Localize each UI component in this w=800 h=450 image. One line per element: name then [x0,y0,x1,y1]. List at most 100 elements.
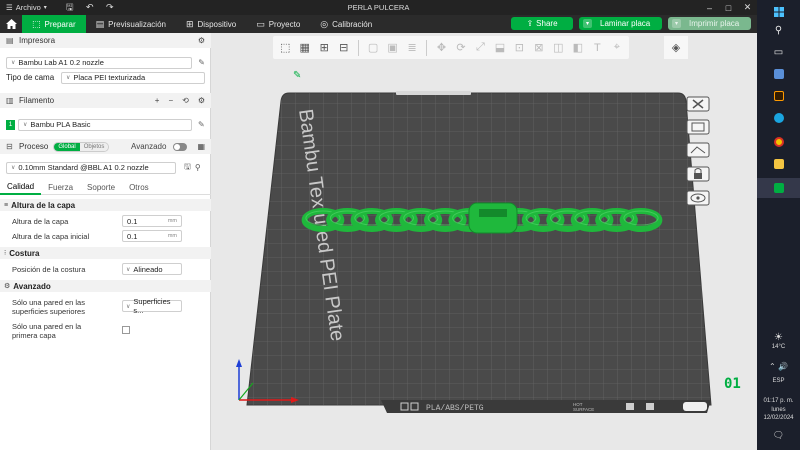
arrange-icon[interactable]: ⊟ [334,39,352,57]
close-plate-icon[interactable] [686,96,710,112]
tab-soporte[interactable]: Soporte [80,180,122,195]
tab-dispositivo[interactable]: ⊞ Dispositivo [176,15,246,33]
file-menu[interactable]: ☰ Archivo ▾ [0,3,47,12]
tab-previsualizacion-label: Previsualización [108,19,166,29]
tab-preparar[interactable]: ⬚ Preparar [22,15,86,33]
undo-icon[interactable]: ↶ [85,2,95,13]
eye-icon[interactable] [686,190,710,206]
single-wall-top-label-line1: Sólo una pared en las [12,298,85,307]
edit-icon[interactable]: ✎ [198,120,205,129]
add-plate-icon[interactable]: ▦ [295,39,313,57]
measure-icon[interactable]: ⌖ [608,39,626,57]
move-icon[interactable]: ✥ [432,39,450,57]
close-icon[interactable]: ✕ [738,0,757,15]
edge-icon[interactable] [757,108,800,128]
tab-previsualizacion[interactable]: ▤ Previsualización [86,15,176,33]
app-icon[interactable] [757,64,800,84]
redo-icon[interactable]: ↷ [105,2,115,13]
initial-layer-height-input[interactable]: 0.1 mm [122,230,182,242]
single-wall-first-label-line2: primera capa [12,331,56,340]
chevron-down-icon[interactable]: ▾ [583,19,592,28]
process-profile-select[interactable]: ∨ 0.10mm Standard @BBL A1 0.2 nozzle [6,161,176,174]
sync-icon[interactable]: ⟲ [182,96,189,105]
copy-icon[interactable]: ▢ [364,39,382,57]
tab-calibracion[interactable]: ◎ Calibración [310,15,382,33]
tab-calidad[interactable]: Calidad [0,180,42,195]
toolbar-separator [357,39,359,56]
clock-time[interactable]: 01:17 p. m. [757,398,800,404]
maximize-icon[interactable]: □ [719,0,738,15]
illustrator-icon[interactable] [757,86,800,106]
filament-slot-badge[interactable]: 1 [6,119,15,130]
save-profile-icon[interactable]: 🖫 [184,161,191,175]
layer-height-input[interactable]: 0.1 mm [122,215,182,227]
pen-icon[interactable]: ✎ [293,70,301,81]
seam-position-label: Posición de la costura [12,265,86,274]
plate-settings-icon[interactable] [686,119,710,135]
advanced-label: Avanzado [131,142,167,151]
chevron-icon: ∨ [126,266,131,273]
settings-icon[interactable]: ⚙ [198,36,205,45]
arrange-plate-icon[interactable] [686,142,710,158]
seam-icon: ⁝ [4,250,7,257]
share-button[interactable]: ⇪ Share [511,17,573,30]
3d-viewport[interactable]: Bambu Textured PEI Plate PLA/ABS/PETG HO… [211,33,757,450]
add-object-icon[interactable]: ⬚ [276,39,294,57]
lock-icon[interactable] [686,166,710,182]
text-icon[interactable]: T [588,39,606,57]
windows-start-icon[interactable] [757,2,800,22]
edit-icon[interactable]: ✎ [198,58,205,67]
tab-proyecto-label: Proyecto [268,19,301,29]
variable-layer-icon[interactable]: ◈ [664,36,688,59]
tab-otros[interactable]: Otros [122,180,156,195]
home-icon[interactable] [0,15,22,33]
tab-proyecto[interactable]: ▭ Proyecto [246,15,310,33]
build-plate-scene: Bambu Textured PEI Plate PLA/ABS/PETG HO… [236,91,712,413]
save-icon[interactable]: 🖫 [65,2,75,13]
language-indicator[interactable]: ESP [757,378,800,384]
global-objects-switch[interactable]: Global Objetos [53,141,110,152]
advanced-toggle[interactable] [173,142,188,151]
notifications-icon[interactable]: 🗨 [757,430,800,441]
printer-name: Bambu Lab A1 0.2 nozzle [18,58,104,67]
minimize-icon[interactable]: – [700,0,719,15]
plate-number[interactable]: 01 [724,376,741,392]
compare-icon[interactable]: ▦ [197,142,205,151]
support-paint-icon[interactable]: ◫ [549,39,567,57]
settings-icon[interactable]: ⚙ [198,96,205,105]
single-wall-top-select[interactable]: ∨ Superficies s... [122,297,182,315]
calibration-icon: ◎ [320,18,329,29]
objects-option[interactable]: Objetos [79,142,109,151]
filament-select[interactable]: ∨ Bambu PLA Basic [18,118,192,131]
boolean-icon[interactable]: ⊠ [530,39,548,57]
bambu-studio-icon[interactable] [757,178,800,198]
task-view-icon[interactable]: ▭ [757,42,800,62]
auto-orient-icon[interactable]: ⊞ [315,39,333,57]
tab-fuerza[interactable]: Fuerza [41,180,80,195]
share-icon: ⇪ [526,19,534,28]
printer-select[interactable]: ∨ Bambu Lab A1 0.2 nozzle [6,56,193,69]
chevron-down-icon[interactable]: ▾ [672,19,681,28]
chrome-icon[interactable] [757,132,800,152]
search-icon[interactable]: ⚲ [195,163,201,172]
scale-icon[interactable]: ⤢ [471,39,489,57]
delete-icon[interactable]: ≣ [403,39,421,57]
remove-icon[interactable]: − [168,96,173,105]
single-wall-first-checkbox[interactable] [122,326,130,334]
tray-icons[interactable]: ⌃ 🔊 [757,362,800,371]
lay-flat-icon[interactable]: ⬓ [491,39,509,57]
global-option[interactable]: Global [54,142,80,151]
bed-type-select[interactable]: ∨ Placa PEI texturizada [61,71,205,84]
slice-plate-button[interactable]: ▾ Laminar placa [579,17,662,30]
seam-position-select[interactable]: ∨ Alineado [122,263,182,275]
seam-paint-icon[interactable]: ◧ [569,39,587,57]
search-icon[interactable]: ⚲ [757,20,800,40]
cut-icon[interactable]: ⊡ [510,39,528,57]
paste-icon[interactable]: ▣ [383,39,401,57]
file-explorer-icon[interactable] [757,154,800,174]
chevron-icon: ∨ [126,303,131,310]
weather-icon[interactable]: ☀ [757,332,800,343]
print-plate-button[interactable]: ▾ Imprimir placa [668,17,751,30]
add-icon[interactable]: + [155,96,160,105]
rotate-icon[interactable]: ⟳ [452,39,470,57]
